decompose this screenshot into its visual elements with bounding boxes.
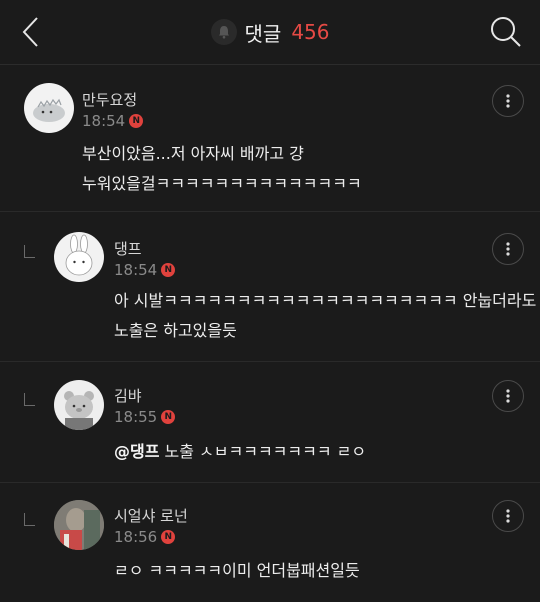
reply-indent-icon <box>24 245 35 258</box>
comment-time: 18:54 N <box>82 112 144 130</box>
notification-bell-button[interactable] <box>210 19 237 45</box>
photo-avatar-icon <box>54 500 104 550</box>
more-options-button[interactable] <box>492 233 524 265</box>
search-button[interactable] <box>486 12 526 52</box>
reply-item: 김뱌 18:55 N @댕프 노출 ㅅㅂㅋㅋㅋㅋㅋㅋㅋ ㄹㅇ <box>0 362 540 483</box>
more-vertical-icon <box>506 94 510 108</box>
more-options-button[interactable] <box>492 500 524 532</box>
avatar[interactable] <box>24 83 74 133</box>
user-mention[interactable]: @댕프 <box>114 442 159 461</box>
more-options-button[interactable] <box>492 380 524 412</box>
new-badge: N <box>129 114 144 128</box>
reply-item: 댕프 18:54 N 아 시발ㅋㅋㅋㅋㅋㅋㅋㅋㅋㅋㅋㅋㅋㅋㅋㅋㅋㅋㅋㅋ 안눕더라… <box>0 212 540 362</box>
more-vertical-icon <box>506 389 510 403</box>
comment-author[interactable]: 김뱌 <box>114 385 142 406</box>
title-group: 댓글 456 <box>0 14 540 50</box>
more-vertical-icon <box>506 509 510 523</box>
comment-count: 456 <box>291 20 330 44</box>
comment-time: 18:55 N <box>114 408 176 426</box>
comment-text: 부산이았음...저 아자씨 배까고 걍 누워있을걸ㅋㅋㅋㅋㅋㅋㅋㅋㅋㅋㅋㅋㅋㅋ <box>82 144 362 193</box>
reply-item: 시얼샤 로넌 18:56 N ㄹㅇ ㅋㅋㅋㅋㅋ이미 언더붑패션일듯 <box>0 483 540 602</box>
search-icon <box>491 17 521 47</box>
comment-author[interactable]: 댕프 <box>114 238 142 259</box>
new-badge: N <box>161 410 176 424</box>
new-badge: N <box>161 530 176 544</box>
dinosaur-avatar-icon <box>33 98 65 122</box>
comment-time: 18:56 N <box>114 528 176 546</box>
avatar[interactable] <box>54 500 104 550</box>
reply-indent-icon <box>24 393 35 406</box>
comment-time: 18:54 N <box>114 261 176 279</box>
top-bar: 댓글 456 <box>0 0 540 65</box>
comment-author[interactable]: 만두요정 <box>82 89 137 110</box>
avatar[interactable] <box>54 232 104 282</box>
comment-author[interactable]: 시얼샤 로넌 <box>114 505 188 526</box>
comment-text: @댕프 노출 ㅅㅂㅋㅋㅋㅋㅋㅋㅋ ㄹㅇ <box>114 442 367 461</box>
bell-icon <box>218 26 229 39</box>
bear-avatar-icon <box>64 391 94 430</box>
rabbit-avatar-icon <box>65 234 93 276</box>
comment-text: ㄹㅇ ㅋㅋㅋㅋㅋ이미 언더붑패션일듯 <box>114 561 360 580</box>
avatar[interactable] <box>54 380 104 430</box>
reply-indent-icon <box>24 513 35 526</box>
more-options-button[interactable] <box>492 85 524 117</box>
page-title: 댓글 <box>244 21 282 46</box>
new-badge: N <box>161 263 176 277</box>
more-vertical-icon <box>506 242 510 256</box>
comment-item: 만두요정 18:54 N 부산이았음...저 아자씨 배까고 걍 누워있을걸ㅋㅋ… <box>0 65 540 212</box>
comment-text: 아 시발ㅋㅋㅋㅋㅋㅋㅋㅋㅋㅋㅋㅋㅋㅋㅋㅋㅋㅋㅋㅋ 안눕더라도 노출은 하고있을듯 <box>114 291 537 340</box>
